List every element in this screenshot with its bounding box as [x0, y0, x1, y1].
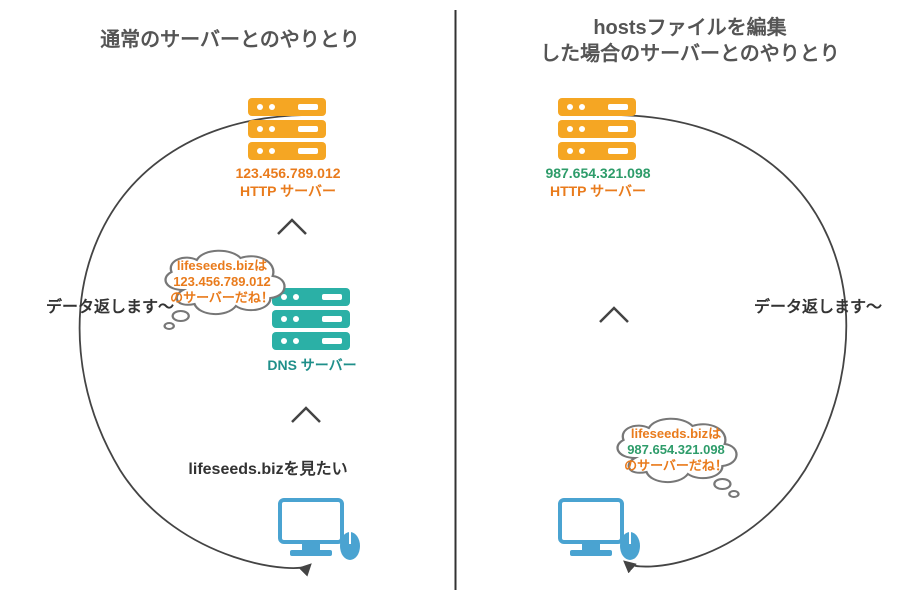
- right-cloud-line2: 987.654.321.098: [627, 442, 725, 457]
- diagram-root: 通常のサーバーとのやりとり 123.456.789.012 HTTP サーバー …: [0, 0, 911, 600]
- right-response-text: データ返します～: [754, 297, 882, 316]
- right-http-label: HTTP サーバー: [550, 183, 646, 199]
- left-request-text: lifeseeds.bizを見たい: [188, 460, 347, 478]
- chevron-up-icon: [600, 308, 628, 322]
- chevron-up-icon: [292, 408, 320, 422]
- left-cloud-line3: のサーバーだね！: [170, 290, 274, 305]
- right-cloud-line3: のサーバーだね！: [624, 458, 728, 473]
- right-http-ip: 987.654.321.098: [545, 165, 650, 181]
- left-dns-label: DNS サーバー: [267, 357, 356, 373]
- left-title: 通常のサーバーとのやりとり: [100, 28, 360, 51]
- right-loop-arrow: [618, 115, 846, 567]
- left-cloud-line2: 123.456.789.012: [173, 274, 271, 289]
- dns-server-icon: [272, 288, 350, 350]
- left-response-text: データ返します～: [46, 297, 174, 316]
- right-title-line2: した場合のサーバーとのやりとり: [540, 41, 840, 65]
- client-pc-icon: [280, 500, 360, 560]
- http-server-icon: [558, 98, 636, 160]
- left-http-label: HTTP サーバー: [240, 183, 336, 199]
- right-cloud-line1: lifeseeds.bizは: [631, 426, 721, 441]
- client-pc-icon: [560, 500, 640, 560]
- left-panel: 通常のサーバーとのやりとり 123.456.789.012 HTTP サーバー …: [46, 28, 360, 568]
- left-http-ip: 123.456.789.012: [235, 165, 340, 181]
- right-title-line1: hostsファイルを編集: [593, 15, 787, 39]
- http-server-icon: [248, 98, 326, 160]
- chevron-up-icon: [278, 220, 306, 234]
- right-panel: hostsファイルを編集 した場合のサーバーとのやりとり 987.654.321…: [540, 15, 882, 567]
- left-cloud-line1: lifeseeds.bizは: [177, 258, 267, 273]
